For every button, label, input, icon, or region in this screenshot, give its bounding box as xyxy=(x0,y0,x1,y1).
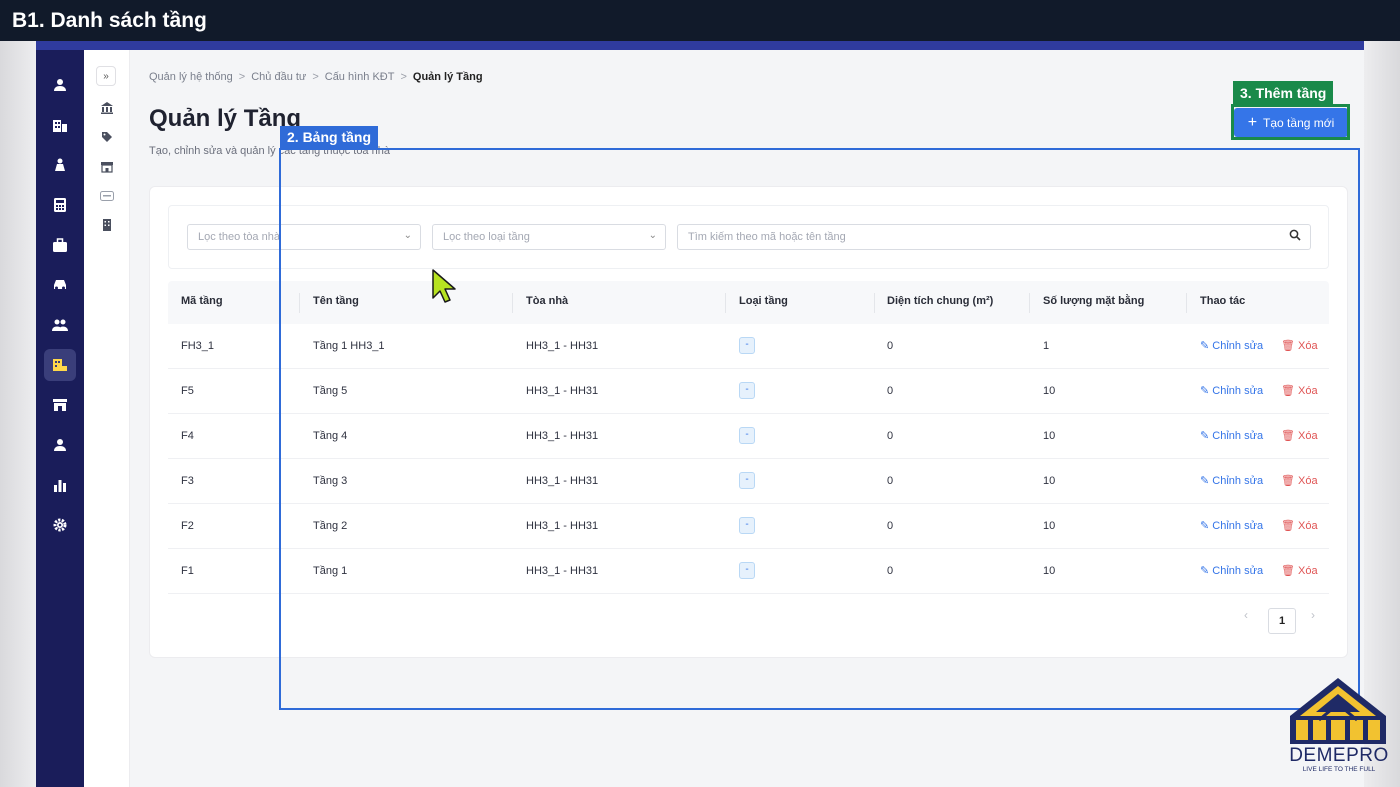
floor-code: F5 xyxy=(181,385,194,397)
floor-code: F3 xyxy=(181,475,194,487)
app-top-bar xyxy=(36,41,1364,50)
create-highlight-box xyxy=(1231,104,1350,140)
expand-sidebar-icon[interactable]: » xyxy=(96,66,116,86)
create-annotation-label: 3. Thêm tầng xyxy=(1233,81,1334,106)
floor-plan-icon[interactable] xyxy=(44,349,76,381)
floor-code: F1 xyxy=(181,565,194,577)
table-annotation-label: 2. Bảng tầng xyxy=(280,126,379,150)
table-highlight-box xyxy=(279,148,1360,710)
tag-icon[interactable] xyxy=(97,127,117,147)
main-sidebar xyxy=(36,50,84,787)
breadcrumb-item[interactable]: Quản lý hệ thống xyxy=(149,71,233,83)
page-title: Quản lý Tầng xyxy=(149,105,302,132)
car-icon[interactable] xyxy=(44,269,76,301)
logo-name: DEMEPRO xyxy=(1289,745,1389,766)
store-icon[interactable] xyxy=(97,157,117,177)
breadcrumb-separator: > xyxy=(400,71,407,83)
users-icon[interactable] xyxy=(44,309,76,341)
tutorial-banner: B1. Danh sách tầng xyxy=(0,0,1400,41)
settings-icon[interactable] xyxy=(44,509,76,541)
secondary-sidebar: » xyxy=(84,50,130,787)
logo-slogan: LIVE LIFE TO THE FULL xyxy=(1302,766,1376,773)
breadcrumb-item[interactable]: Cấu hình KĐT xyxy=(325,71,395,83)
breadcrumb-separator: > xyxy=(238,71,246,83)
floor-code: F2 xyxy=(181,520,194,532)
briefcase-icon[interactable] xyxy=(44,229,76,261)
breadcrumb-separator: > xyxy=(312,71,319,83)
user-icon[interactable] xyxy=(44,69,76,101)
building-filter-placeholder: Lọc theo tòa nhà xyxy=(198,231,280,243)
building-icon[interactable] xyxy=(44,109,76,141)
breadcrumb-item[interactable]: Chủ đầu tư xyxy=(251,71,306,83)
calculator-icon[interactable] xyxy=(44,189,76,221)
bank-icon[interactable] xyxy=(97,98,117,118)
investor-icon[interactable] xyxy=(44,149,76,181)
parking-icon[interactable] xyxy=(97,186,117,206)
breadcrumb: Quản lý hệ thống > Chủ đầu tư > Cấu hình KĐT… xyxy=(149,71,483,83)
column-header: Mã tầng xyxy=(181,295,223,307)
floor-code: F4 xyxy=(181,430,194,442)
floor-code: FH3_1 xyxy=(181,340,215,352)
banner-title: B1. Danh sách tầng xyxy=(12,9,207,32)
slide-margin-left xyxy=(0,41,36,787)
person-icon[interactable] xyxy=(44,429,76,461)
mouse-cursor-icon xyxy=(432,269,456,303)
breadcrumb-current: Quản lý Tầng xyxy=(412,71,483,83)
chart-icon[interactable] xyxy=(44,469,76,501)
store-icon[interactable] xyxy=(44,389,76,421)
tower-icon[interactable] xyxy=(97,215,117,235)
